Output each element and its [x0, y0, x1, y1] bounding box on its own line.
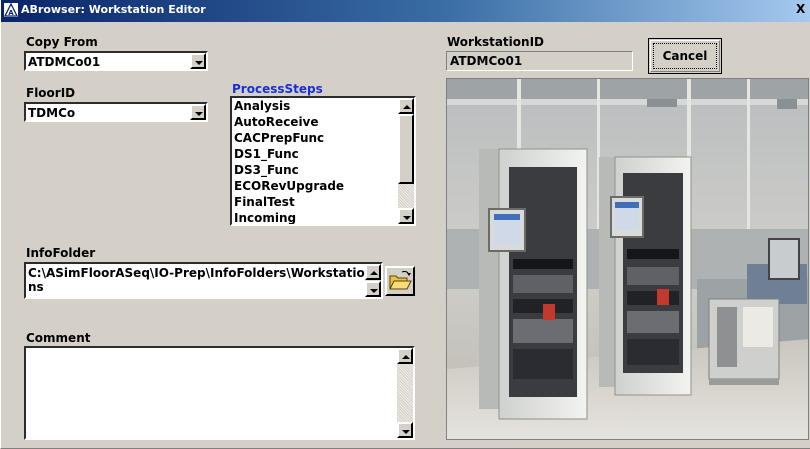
info-folder-label: InfoFolder [26, 246, 96, 260]
list-item[interactable]: DS3_Func [232, 162, 414, 178]
arrow-up-icon [402, 355, 410, 359]
arrow-up-icon [403, 105, 411, 109]
browse-folder-button[interactable] [385, 266, 415, 296]
comment-textarea[interactable] [24, 346, 415, 440]
floor-id-label: FloorID [26, 86, 76, 100]
list-item[interactable]: ECORevUpgrade [232, 178, 414, 194]
copy-from-value: ATDMCo01 [28, 55, 101, 69]
close-icon[interactable]: X [796, 2, 810, 18]
arrow-down-icon [370, 289, 378, 293]
copy-from-label: Copy From [26, 35, 98, 49]
cancel-button[interactable]: Cancel [648, 38, 722, 74]
workstation-photo [446, 78, 809, 440]
svg-text:A: A [8, 9, 14, 17]
floor-id-combobox[interactable]: TDMCo [24, 102, 208, 122]
title-bar[interactable]: A ABrowser: Workstation Editor X [1, 0, 810, 22]
info-folder-value: C:\ASimFloorASeq\IO-Prep\InfoFolders\Wor… [28, 266, 365, 294]
list-item[interactable]: AutoReceive [232, 114, 414, 130]
list-item[interactable]: FinalTest [232, 194, 414, 210]
process-steps-items: Analysis AutoReceive CACPrepFunc DS1_Fun… [232, 98, 414, 224]
info-folder-scrollbar[interactable] [365, 264, 381, 297]
window-title: ABrowser: Workstation Editor [21, 3, 206, 16]
copy-from-dropdown-button[interactable] [190, 53, 206, 69]
scroll-down-button[interactable] [397, 422, 413, 438]
process-steps-scrollbar[interactable] [398, 98, 414, 224]
floor-id-dropdown-button[interactable] [190, 104, 206, 120]
comment-label: Comment [26, 331, 91, 345]
scroll-up-button[interactable] [397, 348, 413, 364]
list-item[interactable]: CACPrepFunc [232, 130, 414, 146]
arrow-down-icon [403, 216, 411, 220]
process-steps-listbox[interactable]: Analysis AutoReceive CACPrepFunc DS1_Fun… [230, 96, 416, 226]
chevron-down-icon [195, 112, 203, 116]
list-item[interactable]: Incoming [232, 210, 414, 224]
list-item[interactable]: DS1_Func [232, 146, 414, 162]
process-steps-label: ProcessSteps [232, 82, 323, 96]
list-item[interactable]: Analysis [232, 98, 414, 114]
scroll-thumb[interactable] [398, 114, 414, 184]
chevron-down-icon [195, 61, 203, 65]
scroll-down-button[interactable] [365, 281, 381, 297]
cancel-button-label: Cancel [662, 49, 708, 63]
scroll-up-button[interactable] [365, 264, 381, 280]
workstation-id-field: ATDMCo01 [446, 51, 633, 71]
open-folder-icon [389, 270, 412, 290]
arrow-up-icon [370, 271, 378, 275]
scroll-down-button[interactable] [398, 208, 414, 224]
workstation-editor-window: A ABrowser: Workstation Editor X Copy Fr… [0, 0, 810, 449]
comment-scrollbar[interactable] [397, 348, 413, 438]
workstation-id-value: ATDMCo01 [450, 54, 523, 68]
abrowser-app-icon: A [4, 3, 18, 17]
scroll-up-button[interactable] [398, 98, 414, 114]
info-folder-input[interactable]: C:\ASimFloorASeq\IO-Prep\InfoFolders\Wor… [24, 262, 383, 299]
workstation-id-label: WorkstationID [447, 35, 544, 49]
arrow-down-icon [402, 430, 410, 434]
workstation-photo-illustration [447, 79, 808, 439]
floor-id-value: TDMCo [28, 106, 76, 120]
copy-from-combobox[interactable]: ATDMCo01 [24, 51, 208, 71]
